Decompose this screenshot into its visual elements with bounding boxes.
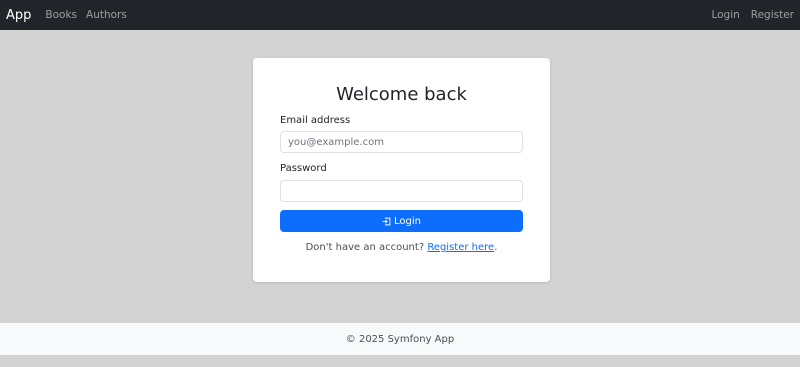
navbar-right-group: Login Register <box>700 9 794 21</box>
nav-link-login[interactable]: Login <box>711 9 739 21</box>
box-arrow-in-right-icon <box>382 217 391 226</box>
password-input[interactable] <box>280 180 523 202</box>
email-input[interactable] <box>280 131 523 153</box>
nav-link-books[interactable]: Books <box>45 9 77 21</box>
footer-copyright: © 2025 Symfony App <box>345 333 455 345</box>
nav-link-authors[interactable]: Authors <box>86 9 127 21</box>
brand-link[interactable]: App <box>6 8 31 23</box>
top-navbar: App Books Authors Login Register <box>0 0 800 30</box>
register-link[interactable]: Register here <box>427 242 494 253</box>
page-footer: © 2025 Symfony App <box>0 323 800 355</box>
nav-link-register[interactable]: Register <box>751 9 794 21</box>
password-label: Password <box>280 163 327 174</box>
register-suffix: . <box>494 242 498 253</box>
email-label: Email address <box>280 115 351 126</box>
login-card: Welcome back Email address Password Logi… <box>253 58 550 282</box>
register-prompt: Don't have an account? Register here. <box>253 242 550 253</box>
login-title: Welcome back <box>336 84 467 105</box>
login-button-label: Login <box>394 215 421 227</box>
register-prompt-text: Don't have an account? <box>305 242 425 253</box>
login-button[interactable]: Login <box>280 210 523 232</box>
